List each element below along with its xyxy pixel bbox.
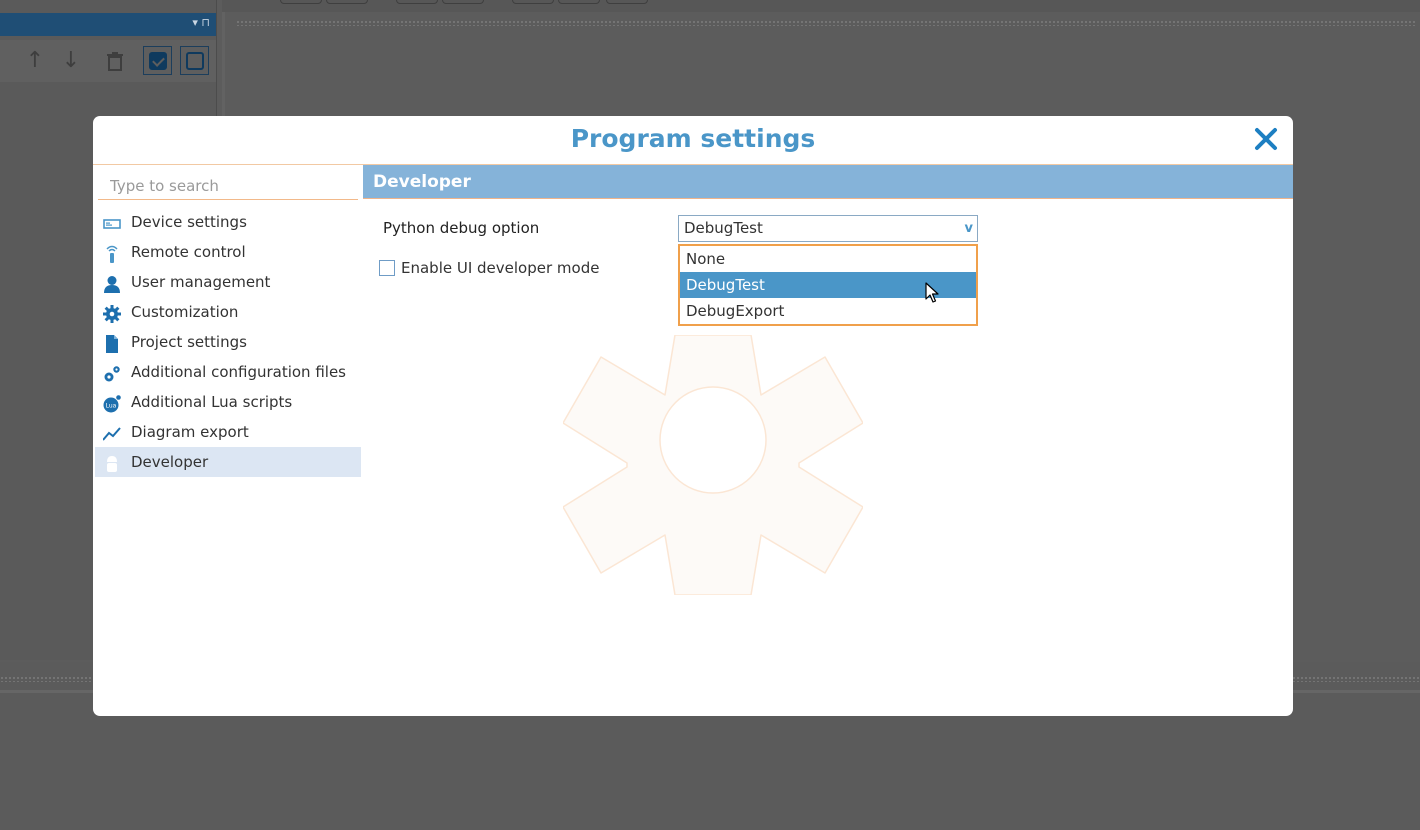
background-splitter-grip	[236, 20, 1416, 26]
sidebar-item-device-settings[interactable]: Device settings	[95, 207, 361, 237]
arrow-down-icon: ↓	[61, 48, 81, 73]
sidebar-item-customization[interactable]: Customization	[95, 297, 361, 327]
program-settings-dialog: Program settings Device settings Remote …	[93, 116, 1293, 716]
background-toolbar-button	[280, 0, 322, 4]
close-icon	[1255, 128, 1277, 150]
sidebar-item-label: Developer	[131, 453, 209, 471]
uncheck-all-button	[180, 46, 209, 75]
python-debug-select[interactable]: DebugTest v	[678, 215, 978, 242]
settings-nav: Device settings Remote control User mana…	[95, 207, 361, 477]
dialog-title: Program settings	[93, 116, 1293, 165]
ui-developer-mode-label: Enable UI developer mode	[401, 259, 600, 277]
background-left-toolbar: ↑ ↓	[0, 40, 216, 82]
sidebar-item-label: Diagram export	[131, 423, 249, 441]
background-toolbar-button	[326, 0, 368, 4]
background-toolbar-button	[606, 0, 648, 4]
sidebar-item-developer[interactable]: Developer	[95, 447, 361, 477]
sidebar-item-label: Device settings	[131, 213, 247, 231]
dropdown-option-none[interactable]: None	[680, 246, 976, 272]
sidebar-item-project-settings[interactable]: Project settings	[95, 327, 361, 357]
sidebar-item-label: Project settings	[131, 333, 247, 351]
lua-icon: Lua	[103, 393, 121, 413]
background-left-panel-header: ▾ ⊓	[0, 13, 216, 36]
gears-icon	[103, 363, 121, 382]
svg-text:Lua: Lua	[106, 403, 117, 410]
device-icon	[103, 213, 121, 231]
sidebar-item-label: Additional configuration files	[131, 363, 346, 381]
trash-icon	[100, 46, 130, 76]
close-button[interactable]	[1253, 126, 1279, 152]
settings-content: Developer Python debug option DebugTest …	[363, 165, 1293, 716]
sidebar-item-user-management[interactable]: User management	[95, 267, 361, 297]
settings-sidebar: Device settings Remote control User mana…	[93, 165, 363, 716]
ui-developer-mode-checkbox[interactable]	[379, 260, 395, 276]
section-header: Developer	[363, 165, 1293, 199]
search-input[interactable]	[98, 173, 358, 200]
check-all-button	[143, 46, 172, 75]
sidebar-item-label: Remote control	[131, 243, 246, 261]
sidebar-item-additional-configuration-files[interactable]: Additional configuration files	[95, 357, 361, 387]
sidebar-item-remote-control[interactable]: Remote control	[95, 237, 361, 267]
android-icon	[103, 453, 121, 472]
sidebar-item-label: Customization	[131, 303, 239, 321]
background-toolbar-button	[396, 0, 438, 4]
background-toolbar-button	[442, 0, 484, 4]
sidebar-item-label: Additional Lua scripts	[131, 393, 293, 411]
mouse-cursor-icon	[925, 282, 939, 303]
arrow-up-icon: ↑	[25, 48, 45, 73]
background-toolbar-button	[558, 0, 600, 4]
gear-icon	[103, 303, 121, 323]
document-icon	[103, 333, 121, 353]
python-debug-selected-value: DebugTest	[684, 219, 763, 237]
chevron-down-icon: v	[964, 221, 973, 236]
pin-icon: ▾ ⊓	[192, 16, 210, 29]
sidebar-item-label: User management	[131, 273, 271, 291]
user-icon	[103, 273, 121, 293]
sidebar-item-additional-lua-scripts[interactable]: Lua Additional Lua scripts	[95, 387, 361, 417]
sidebar-item-diagram-export[interactable]: Diagram export	[95, 417, 361, 447]
background-button	[0, 46, 18, 76]
chart-line-icon	[102, 423, 121, 441]
background-toolbar-button	[512, 0, 554, 4]
python-debug-label: Python debug option	[383, 219, 540, 237]
remote-icon	[103, 243, 121, 263]
gear-watermark-icon	[563, 335, 863, 595]
background-top-strip	[222, 0, 1420, 12]
